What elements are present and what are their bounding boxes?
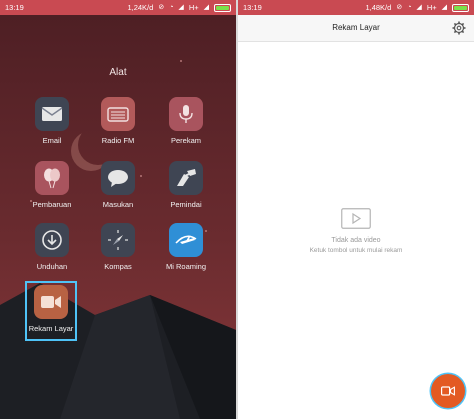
page-title: Rekam Layar [332,23,380,32]
no-sim-icon: ⊘ [396,4,403,11]
gear-icon [452,21,466,35]
status-network: H+ [188,3,199,12]
chat-bubble-icon [101,161,135,195]
folder-title: Alat [109,67,127,78]
screen-recorder-screen: 13:19 1,48K/d ⊘ ◔ ◢ H+ ◢ Rekam Layar Tid… [238,0,474,419]
status-time: 13:19 [243,3,262,12]
app-label: Kompas [104,262,132,271]
no-sim-icon: ⊘ [158,4,165,11]
download-icon [35,223,69,257]
signal-icon: ◢ [203,4,209,11]
status-bar: 13:19 1,24K/d ⊘ ◔ ◢ H+ ◢ [0,0,236,15]
status-bar: 13:19 1,48K/d ⊘ ◔ ◢ H+ ◢ [238,0,474,15]
video-camera-icon [441,386,455,396]
status-speed: 1,24K/d [127,3,154,12]
signal-icon: ◢ [416,4,422,11]
app-mi-roaming[interactable]: Mi Roaming [156,223,216,271]
settings-button[interactable] [452,21,466,35]
email-icon [35,97,69,131]
app-label: Pemindai [170,200,202,209]
app-label: Unduhan [36,262,68,271]
scanner-icon [169,161,203,195]
app-kompas[interactable]: Kompas [88,223,148,271]
app-header: Rekam Layar [238,15,474,42]
battery-icon [452,3,469,12]
app-label: Masukan [102,200,134,209]
app-unduhan[interactable]: Unduhan [22,223,82,271]
app-label: Email [42,136,62,145]
app-pemindai[interactable]: Pemindai [156,161,216,209]
status-time: 13:19 [5,3,24,12]
launcher-screen: 13:19 1,24K/d ⊘ ◔ ◢ H+ ◢ Alat Email Radi… [0,0,236,419]
app-masukan[interactable]: Masukan [88,161,148,209]
signal-icon: ◢ [441,4,447,11]
status-network: H+ [426,3,437,12]
app-email[interactable]: Email [22,97,82,145]
radio-icon [101,97,135,131]
app-radio-fm[interactable]: Radio FM [88,97,148,145]
app-label: Mi Roaming [165,262,206,271]
microphone-icon [169,97,203,131]
status-speed: 1,48K/d [365,3,392,12]
app-label: Rekam Layar [28,324,74,333]
video-camera-icon [34,285,68,319]
empty-state-subtitle: Ketuk tombol untuk mulai rekam [309,247,403,254]
app-label: Pembaruan [32,200,72,209]
app-pembaruan[interactable]: Pembaruan [22,161,82,209]
app-perekam[interactable]: Perekam [156,97,216,145]
app-label: Radio FM [101,136,135,145]
star [180,60,182,62]
signal-icon: ◢ [178,4,184,11]
wifi-icon: ◔ [407,4,412,11]
video-placeholder-icon [341,208,371,229]
battery-icon [214,3,231,12]
wifi-icon: ◔ [169,4,174,11]
app-rekam-layar[interactable]: Rekam Layar [21,285,81,333]
empty-state-title: Tidak ada video [331,237,381,244]
app-label: Perekam [170,136,201,145]
compass-icon [101,223,135,257]
airplane-icon [169,223,203,257]
balloons-icon [35,161,69,195]
record-button[interactable] [431,374,465,408]
